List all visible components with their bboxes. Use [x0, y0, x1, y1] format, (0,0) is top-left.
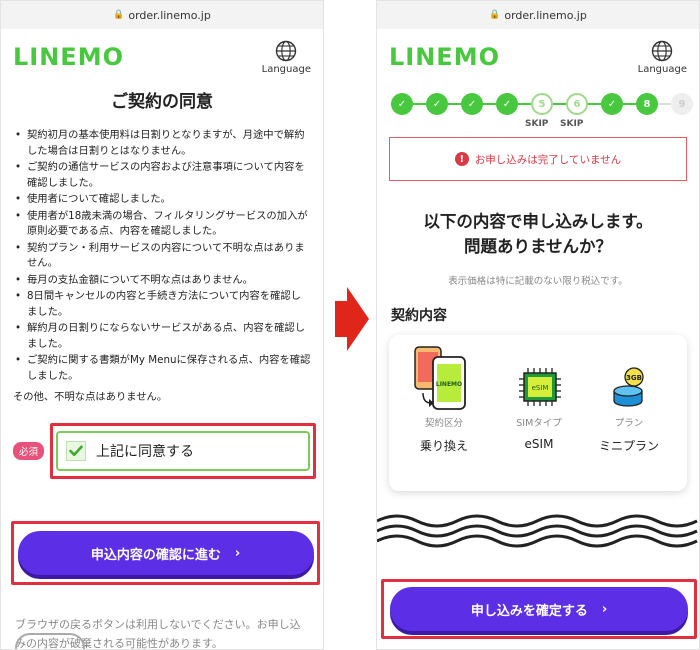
- mini-plan-icon: 3GB: [613, 367, 644, 407]
- section-title: 契約内容: [391, 308, 447, 324]
- agreement-screen: 🔒 order.linemo.jp LINEMO Language ご契約の同意…: [0, 0, 324, 650]
- proceed-button-label: 申込内容の確認に進む: [90, 547, 221, 563]
- sim-type-value: eSIM: [524, 437, 554, 451]
- plan-value: ミニプラン: [598, 439, 659, 453]
- terms-item: 8日間キャンセルの内容と手続き方法について内容を確認しました。: [15, 289, 311, 320]
- plan-caption: プラン: [614, 418, 644, 429]
- contract-item-plan: 3GB プラン ミニプラン: [584, 335, 674, 454]
- incomplete-alert: ! お申し込みは完了していません: [389, 137, 687, 181]
- back-button[interactable]: [15, 633, 85, 649]
- terms-item: ご契約に関する書類がMy Menuに保存される点、内容を確認しました。: [15, 353, 311, 384]
- agree-highlight-frame: 上記に同意する: [50, 423, 317, 479]
- proceed-to-confirm-button[interactable]: 申込内容の確認に進む ›: [17, 531, 314, 575]
- globe-icon: [276, 40, 297, 61]
- language-label: Language: [261, 63, 311, 75]
- contract-item-type: LINEMO 契約区分 乗り換え: [399, 335, 489, 454]
- skip-label: SKIP: [525, 119, 549, 129]
- skip-labels: SKIP SKIP: [377, 119, 699, 131]
- alert-text: お申し込みは完了していません: [474, 153, 622, 166]
- lock-icon: 🔒: [489, 10, 501, 20]
- agree-row: 必須 上記に同意する: [1, 423, 323, 479]
- browser-url-bar[interactable]: 🔒 order.linemo.jp: [377, 1, 699, 29]
- confirm-heading: 以下の内容で申し込みします。 問題ありませんか？: [377, 209, 699, 259]
- confirm-screen: 🔒 order.linemo.jp LINEMO Language ✓ ✓ ✓ …: [376, 0, 700, 650]
- required-badge: 必須: [13, 442, 45, 460]
- confirm-highlight-frame: 申し込みを確定する ›: [381, 579, 697, 639]
- chevron-right-icon: ›: [601, 601, 608, 617]
- phone-screen-text: LINEMO: [436, 381, 462, 388]
- terms-item: 契約プラン・利用サービスの内容について不明な点はありません。: [15, 241, 311, 272]
- confirm-heading-line2: 問題ありませんか？: [463, 237, 612, 256]
- proceed-highlight-frame: 申込内容の確認に進む ›: [11, 521, 320, 585]
- confirm-heading-line1: 以下の内容で申し込みします。: [423, 212, 653, 231]
- esim-chip-text: eSIM: [532, 384, 549, 392]
- language-button[interactable]: Language: [262, 40, 311, 75]
- terms-item: 契約初月の基本使用料は日割りとなりますが、月途中で解約した場合は日割りとはなりま…: [15, 128, 311, 159]
- phone-transfer-icon: LINEMO: [414, 346, 466, 410]
- contract-type-value: 乗り換え: [419, 439, 468, 453]
- linemo-logo[interactable]: LINEMO: [389, 43, 500, 71]
- esim-chip-icon: eSIM: [519, 368, 561, 406]
- step-current: 8: [636, 93, 658, 115]
- step-done-check-icon: ✓: [461, 93, 483, 115]
- terms-item: ご契約の通信サービスの内容および注意事項について内容を確認しました。: [15, 160, 311, 191]
- step-done-check-icon: ✓: [426, 93, 448, 115]
- contract-item-sim: eSIM SIMタイプ eSIM: [494, 335, 584, 451]
- submit-application-button[interactable]: 申し込みを確定する ›: [390, 587, 688, 631]
- sim-type-caption: SIMタイプ: [516, 418, 562, 429]
- browser-url-bar[interactable]: 🔒 order.linemo.jp: [1, 1, 323, 29]
- step-done-check-icon: ✓: [496, 93, 518, 115]
- progress-stepper: ✓ ✓ ✓ ✓ 5 6 ✓ 8 9: [377, 89, 699, 119]
- transition-arrow-icon: [335, 287, 369, 351]
- page-title: ご契約の同意: [111, 92, 213, 112]
- globe-icon: [652, 40, 673, 61]
- checkmark-icon: [69, 445, 83, 457]
- step-done-check-icon: ✓: [391, 93, 413, 115]
- terms-item: 使用者について確認しました。: [15, 192, 311, 208]
- step-upcoming: 9: [671, 93, 693, 115]
- other-note: その他、不明な点はありません。: [13, 391, 168, 403]
- step-skipped: 5: [531, 93, 553, 115]
- confirm-button-label: 申し込みを確定する: [470, 603, 588, 619]
- url-text: order.linemo.jp: [128, 8, 211, 22]
- step-done-check-icon: ✓: [601, 93, 623, 115]
- url-text: order.linemo.jp: [504, 8, 587, 22]
- language-label: Language: [637, 63, 687, 75]
- checkbox-square[interactable]: [66, 441, 87, 461]
- contract-summary-card: LINEMO 契約区分 乗り換え eSIM SIMタイプ eSIM 3GB プラ…: [389, 335, 687, 491]
- exclamation-icon: !: [454, 152, 469, 166]
- linemo-logo[interactable]: LINEMO: [13, 43, 124, 71]
- skip-label: SKIP: [560, 119, 584, 129]
- app-header: LINEMO Language: [1, 29, 323, 85]
- tax-note: 表示価格は特に記載のない限り税込です。: [448, 276, 628, 287]
- step-skipped: 6: [566, 93, 588, 115]
- agree-checkbox[interactable]: 上記に同意する: [56, 431, 311, 471]
- language-button[interactable]: Language: [638, 40, 687, 75]
- app-header: LINEMO Language: [377, 29, 699, 85]
- terms-item: 毎月の支払金額について不明な点はありません。: [15, 273, 311, 289]
- lock-icon: 🔒: [113, 10, 125, 20]
- agree-label: 上記に同意する: [96, 444, 195, 460]
- chevron-right-icon: ›: [234, 545, 241, 561]
- terms-list: 契約初月の基本使用料は日割りとなりますが、月途中で解約した場合は日割りとはなりま…: [1, 128, 323, 384]
- terms-item: 解約月の日割りにならないサービスがある点、内容を確認しました。: [15, 321, 311, 352]
- torn-edge-divider: [377, 514, 698, 548]
- contract-type-caption: 契約区分: [424, 418, 463, 429]
- plan-icon-text: 3GB: [626, 374, 642, 382]
- terms-item: 使用者が18歳未満の場合、フィルタリングサービスの加入が原則必要である点、内容を…: [15, 209, 311, 240]
